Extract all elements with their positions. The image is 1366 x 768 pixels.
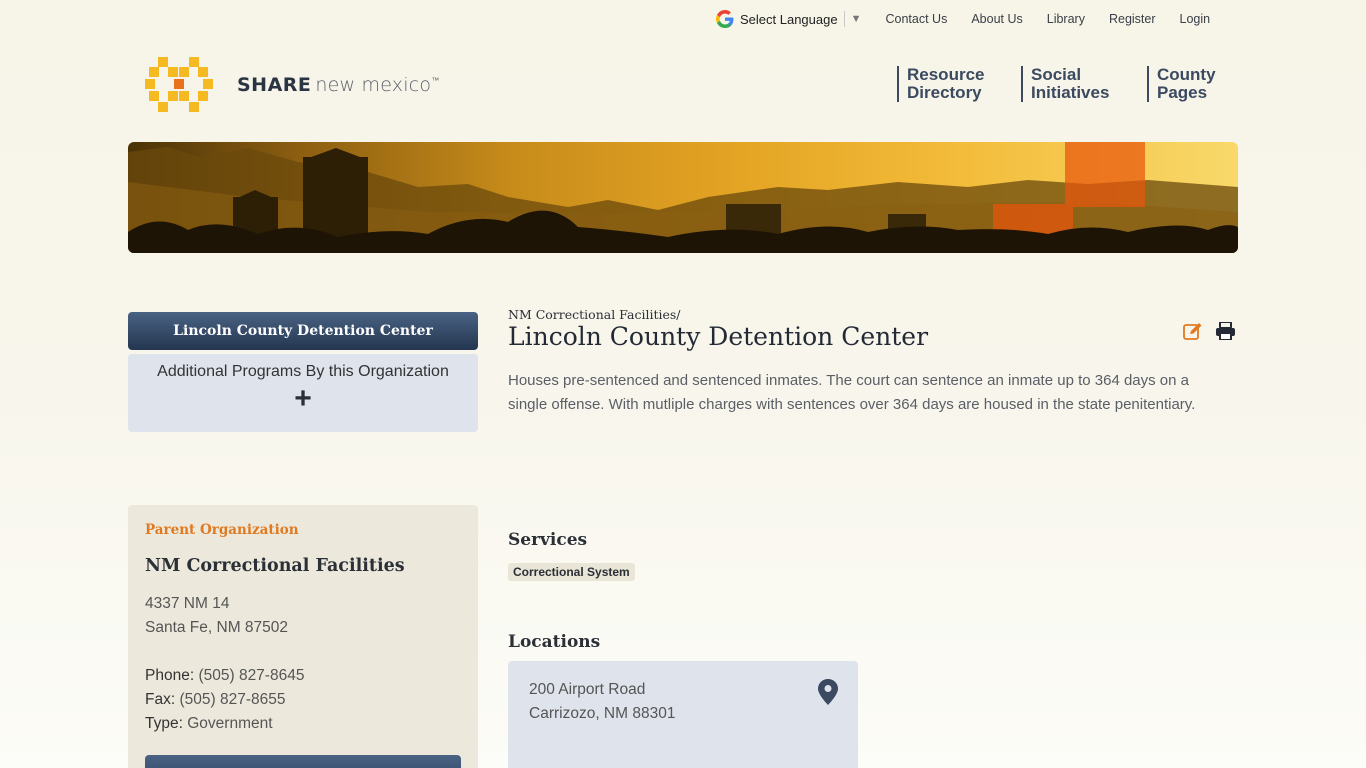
nav-label-line2: Directory xyxy=(907,83,982,102)
contact-us-link[interactable]: Contact Us xyxy=(885,12,947,26)
fax-row: Fax: (505) 827-8655 xyxy=(145,688,461,712)
skyline-illustration xyxy=(128,142,1238,253)
locations-heading: Locations xyxy=(508,632,601,652)
location-address-line1: 200 Airport Road xyxy=(529,681,646,698)
utility-bar: Select Language ▼ Contact Us About Us Li… xyxy=(716,8,1234,30)
parent-contact: Phone: (505) 827-8645 Fax: (505) 827-865… xyxy=(145,664,461,736)
location-address-line2: Carrizozo, NM 88301 xyxy=(529,705,676,722)
plus-icon: + xyxy=(294,382,312,415)
nav-county-pages[interactable]: County Pages xyxy=(1147,66,1216,102)
phone-value[interactable]: (505) 827-8645 xyxy=(198,667,304,684)
nav-label-line1: Social xyxy=(1031,65,1082,84)
phone-row: Phone: (505) 827-8645 xyxy=(145,664,461,688)
type-label: Type: xyxy=(145,715,183,732)
divider xyxy=(843,11,845,27)
additional-programs-label: Additional Programs By this Organization xyxy=(157,363,449,380)
utility-links: Contact Us About Us Library Register Log… xyxy=(885,12,1234,26)
phone-label: Phone: xyxy=(145,667,195,684)
print-icon[interactable] xyxy=(1216,322,1235,340)
additional-programs-toggle[interactable]: Additional Programs By this Organization… xyxy=(128,354,478,432)
active-program-button[interactable]: Lincoln County Detention Center xyxy=(128,312,478,350)
nav-social-initiatives[interactable]: Social Initiatives xyxy=(1021,66,1147,102)
login-link[interactable]: Login xyxy=(1180,12,1211,26)
parent-address: 4337 NM 14 Santa Fe, NM 87502 xyxy=(145,592,461,640)
page-title: Lincoln County Detention Center xyxy=(508,322,929,351)
nav-label-line2: Pages xyxy=(1157,83,1208,102)
register-link[interactable]: Register xyxy=(1109,12,1156,26)
fax-label: Fax: xyxy=(145,691,176,708)
parent-organization-card: Parent Organization NM Correctional Faci… xyxy=(128,505,478,768)
type-row: Type: Government xyxy=(145,712,461,736)
program-description: Houses pre-sentenced and sentenced inmat… xyxy=(508,372,1196,413)
parent-organization-name[interactable]: NM Correctional Facilities xyxy=(145,556,461,576)
logo-share-text: SHARE xyxy=(237,74,312,96)
site-logo[interactable]: SHARE new mexico™ xyxy=(145,57,439,113)
nav-resource-directory[interactable]: Resource Directory xyxy=(897,66,1021,102)
map-pin-icon[interactable] xyxy=(818,679,838,705)
nav-label-line2: Initiatives xyxy=(1031,83,1110,102)
breadcrumb[interactable]: NM Correctional Facilities/ xyxy=(508,307,681,322)
service-tag[interactable]: Correctional System xyxy=(508,563,635,581)
language-selector[interactable]: Select Language ▼ xyxy=(716,10,861,28)
main-nav: Resource Directory Social Initiatives Co… xyxy=(897,66,1216,102)
nav-label-line1: Resource xyxy=(907,65,985,84)
type-value: Government xyxy=(187,715,273,732)
nav-label-line1: County xyxy=(1157,65,1216,84)
parent-organization-button[interactable] xyxy=(145,755,461,768)
library-link[interactable]: Library xyxy=(1047,12,1085,26)
address-line1: 4337 NM 14 xyxy=(145,595,230,612)
chevron-down-icon: ▼ xyxy=(850,13,862,25)
language-label: Select Language xyxy=(740,11,838,27)
edit-icon[interactable] xyxy=(1183,322,1203,340)
parent-organization-label: Parent Organization xyxy=(145,522,299,538)
about-us-link[interactable]: About Us xyxy=(971,12,1022,26)
logo-mark-icon xyxy=(145,57,213,112)
fax-value: (505) 827-8655 xyxy=(179,691,286,708)
services-heading: Services xyxy=(508,530,588,550)
logo-wordmark: SHARE new mexico™ xyxy=(237,73,439,97)
google-icon xyxy=(716,10,734,28)
hero-banner xyxy=(128,142,1238,253)
logo-nm-text: new mexico xyxy=(315,74,432,96)
address-line2: Santa Fe, NM 87502 xyxy=(145,619,289,636)
location-card: 200 Airport Road Carrizozo, NM 88301 xyxy=(508,661,858,768)
trademark-symbol: ™ xyxy=(431,76,440,85)
